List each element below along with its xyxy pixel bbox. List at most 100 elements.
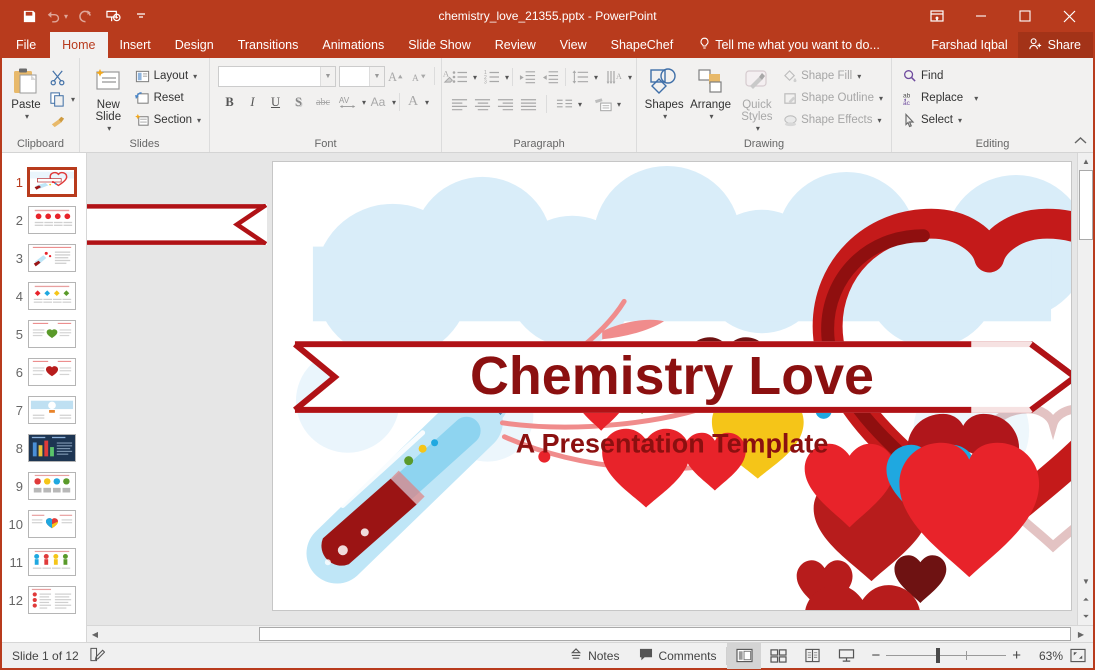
tab-review[interactable]: Review	[483, 32, 548, 58]
normal-view-button[interactable]	[727, 643, 761, 669]
zoom-slider-handle[interactable]	[936, 648, 940, 663]
horizontal-scrollbar[interactable]: ◀ ▶	[87, 625, 1093, 642]
find-button[interactable]: Find	[900, 65, 982, 87]
zoom-slider-track[interactable]	[886, 655, 1006, 656]
thumbnail-slide-1[interactable]: 1	[2, 163, 86, 201]
vertical-scrollbar[interactable]: ▲ ▼ ⏶ ⏷	[1077, 153, 1093, 642]
text-shadow-button[interactable]: S	[287, 91, 310, 113]
change-case-button[interactable]: Aa ▾	[366, 91, 396, 113]
convert-to-smartart-button[interactable]	[592, 93, 615, 115]
character-spacing-button[interactable]: AV ▾	[336, 91, 366, 113]
next-slide-icon[interactable]: ⏷	[1078, 608, 1093, 625]
bold-button[interactable]: B	[218, 91, 241, 113]
strikethrough-button[interactable]: abc	[310, 91, 336, 113]
tab-transitions[interactable]: Transitions	[226, 32, 311, 58]
collapse-ribbon-icon[interactable]	[1074, 132, 1087, 150]
columns-button[interactable]	[553, 93, 576, 115]
slide-editing-workspace[interactable]: Chemistry Love A Presentation Template ▲…	[87, 153, 1093, 642]
share-button[interactable]: Share	[1018, 32, 1093, 58]
comments-button[interactable]: Comments	[629, 643, 726, 669]
text-direction-button[interactable]: A	[603, 66, 626, 88]
thumbnail-slide-10[interactable]: 10	[2, 505, 86, 543]
zoom-out-button[interactable]: −	[871, 648, 880, 663]
thumbnail-slide-7[interactable]: 7	[2, 391, 86, 429]
select-button[interactable]: Select ▾	[900, 109, 982, 131]
ribbon-display-options-icon[interactable]	[915, 0, 959, 32]
new-slide-button[interactable]: New Slide ▾	[84, 63, 133, 135]
thumbnail-slide-2[interactable]: 2	[2, 201, 86, 239]
thumbnail-slide-3[interactable]: 3	[2, 239, 86, 277]
tab-insert[interactable]: Insert	[108, 32, 163, 58]
offslide-ribbon-shape[interactable]	[87, 204, 267, 245]
start-presentation-icon[interactable]	[100, 4, 126, 28]
layout-button[interactable]: Layout ▾	[133, 65, 205, 87]
paste-button[interactable]: Paste ▾	[6, 63, 46, 123]
font-size-dropdown-icon[interactable]: ▼	[369, 67, 384, 86]
tab-animations[interactable]: Animations	[310, 32, 396, 58]
slide-indicator[interactable]: Slide 1 of 12	[12, 649, 79, 663]
redo-icon[interactable]	[72, 4, 98, 28]
notes-page-icon[interactable]	[89, 647, 105, 665]
align-center-button[interactable]	[471, 93, 494, 115]
scroll-down-icon[interactable]: ▼	[1078, 573, 1093, 590]
align-right-button[interactable]	[494, 93, 517, 115]
tab-shapechef[interactable]: ShapeChef	[599, 32, 686, 58]
thumbnail-slide-11[interactable]: 11	[2, 543, 86, 581]
customize-qat-icon[interactable]	[128, 4, 154, 28]
reading-view-button[interactable]	[795, 643, 829, 669]
user-name[interactable]: Farshad Iqbal	[921, 32, 1017, 58]
maximize-icon[interactable]	[1003, 0, 1047, 32]
decrease-font-size-button[interactable]: A	[408, 65, 431, 87]
minimize-icon[interactable]	[959, 0, 1003, 32]
replace-button[interactable]: abac Replace ▾	[900, 87, 982, 109]
scroll-left-icon[interactable]: ◀	[87, 626, 103, 642]
zoom-in-button[interactable]: +	[1012, 648, 1021, 663]
increase-font-size-button[interactable]: A	[385, 65, 408, 87]
thumbnail-slide-6[interactable]: 6	[2, 353, 86, 391]
cut-button[interactable]	[46, 66, 69, 88]
tell-me-search[interactable]: Tell me what you want to do...	[685, 32, 888, 58]
underline-button[interactable]: U	[264, 91, 287, 113]
arrange-button[interactable]: Arrange ▾	[687, 63, 733, 123]
tab-slide-show[interactable]: Slide Show	[396, 32, 483, 58]
font-name-dropdown-icon[interactable]: ▼	[320, 67, 335, 86]
scroll-up-icon[interactable]: ▲	[1078, 153, 1093, 170]
thumbnail-slide-5[interactable]: 5	[2, 315, 86, 353]
tab-file[interactable]: File	[2, 32, 50, 58]
copy-button[interactable]	[46, 88, 69, 110]
save-icon[interactable]	[16, 4, 42, 28]
tab-view[interactable]: View	[548, 32, 599, 58]
justify-button[interactable]	[517, 93, 540, 115]
font-color-button[interactable]: A ▾	[403, 91, 429, 113]
thumbnail-slide-4[interactable]: 4	[2, 277, 86, 315]
zoom-percent[interactable]: 63%	[1029, 649, 1063, 663]
line-spacing-button[interactable]	[569, 66, 592, 88]
scroll-right-icon[interactable]: ▶	[1073, 626, 1089, 642]
previous-slide-icon[interactable]: ⏶	[1078, 591, 1093, 608]
reset-button[interactable]: Reset	[133, 87, 205, 109]
italic-button[interactable]: I	[241, 91, 264, 113]
quick-styles-button[interactable]: Quick Styles ▾	[734, 63, 780, 135]
notes-button[interactable]: Notes	[559, 643, 629, 669]
undo-icon[interactable]: ▾	[44, 4, 70, 28]
fit-to-window-button[interactable]	[1063, 643, 1093, 669]
shape-fill-button[interactable]: Shape Fill ▾	[780, 65, 887, 87]
slide-canvas[interactable]: Chemistry Love A Presentation Template	[272, 161, 1072, 611]
horizontal-scroll-thumb[interactable]	[259, 627, 1071, 641]
shapes-button[interactable]: Shapes ▾	[641, 63, 687, 123]
slide-show-button[interactable]	[829, 643, 863, 669]
zoom-control[interactable]: − +	[863, 648, 1029, 663]
decrease-indent-button[interactable]	[516, 66, 539, 88]
section-button[interactable]: Section ▾	[133, 109, 205, 131]
slide-sorter-button[interactable]	[761, 643, 795, 669]
thumbnail-slide-8[interactable]: 8	[2, 429, 86, 467]
tab-design[interactable]: Design	[163, 32, 226, 58]
tab-home[interactable]: Home	[50, 32, 107, 58]
shape-outline-button[interactable]: Shape Outline ▾	[780, 87, 887, 109]
bullets-button[interactable]	[448, 66, 471, 88]
align-left-button[interactable]	[448, 93, 471, 115]
thumbnail-slide-12[interactable]: 12	[2, 581, 86, 619]
format-painter-button[interactable]	[46, 110, 69, 132]
shape-effects-button[interactable]: Shape Effects ▾	[780, 109, 887, 131]
font-name-input[interactable]: ▼	[218, 66, 336, 87]
